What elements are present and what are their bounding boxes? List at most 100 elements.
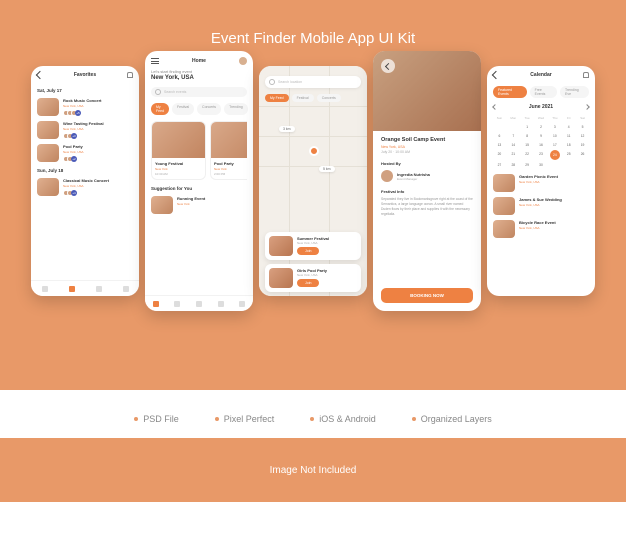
- booking-button[interactable]: BOOKING NOW: [381, 288, 473, 303]
- calendar-dow: Sun: [493, 114, 506, 122]
- screen-favorites: Favorites Sat, July 17 Rock Music Concer…: [31, 66, 139, 296]
- calendar-day[interactable]: 30: [535, 161, 548, 169]
- features-row: PSD File Pixel Perfect iOS & Android Org…: [0, 390, 626, 438]
- event-thumbnail: [493, 220, 515, 238]
- page-title: Home: [192, 58, 206, 64]
- back-icon[interactable]: [492, 71, 500, 79]
- host-row[interactable]: Ingredia Nutrisha Event Manager: [381, 170, 473, 182]
- calendar-day[interactable]: 6: [493, 132, 506, 140]
- chip-trending[interactable]: Trending: [224, 103, 248, 115]
- calendar-day[interactable]: 29: [521, 161, 534, 169]
- calendar-day[interactable]: 24: [550, 150, 560, 160]
- calendar-day[interactable]: 11: [562, 132, 575, 140]
- favorite-item[interactable]: Rock Music Concert New York, USA +5: [37, 98, 133, 116]
- calendar-event-item[interactable]: Garden Picnic Event New York, USA: [493, 174, 589, 192]
- bullet-icon: [134, 417, 138, 421]
- chip-concerts[interactable]: Concerts: [317, 94, 341, 102]
- prev-month-icon[interactable]: [492, 104, 498, 110]
- calendar-dow: Fri: [562, 114, 575, 122]
- calendar-day[interactable]: 3: [548, 123, 561, 131]
- attendee-avatars: +3: [63, 133, 133, 139]
- location-pin-icon[interactable]: [309, 146, 319, 156]
- chip-concerts[interactable]: Concerts: [197, 103, 221, 115]
- chip-free[interactable]: Free Events: [530, 86, 557, 98]
- date-separator: Sun, July 18: [37, 168, 133, 173]
- calendar-day[interactable]: 25: [562, 150, 575, 160]
- calendar-day[interactable]: 27: [493, 161, 506, 169]
- bullet-icon: [215, 417, 219, 421]
- calendar-day[interactable]: 19: [576, 141, 589, 149]
- bullet-icon: [412, 417, 416, 421]
- hosted-by-label: Hosted By: [381, 161, 473, 166]
- calendar-day[interactable]: 22: [521, 150, 534, 160]
- calendar-day[interactable]: 23: [535, 150, 548, 160]
- map-event-card[interactable]: Summer Festival New York, USA Join: [265, 232, 361, 260]
- calendar-dow: Sat: [576, 114, 589, 122]
- chip-festival[interactable]: Festival: [172, 103, 194, 115]
- hamburger-icon[interactable]: [151, 58, 159, 64]
- heart-icon[interactable]: [174, 301, 180, 307]
- calendar-day[interactable]: 5: [576, 123, 589, 131]
- chip-my-feed[interactable]: My Feed: [265, 94, 289, 102]
- calendar-day[interactable]: 18: [562, 141, 575, 149]
- calendar-day[interactable]: 8: [521, 132, 534, 140]
- map-event-card[interactable]: Girls Pool Party New York, USA Join: [265, 264, 361, 292]
- event-card[interactable]: Young Festival New York 10:30 AM: [151, 121, 206, 180]
- home-icon[interactable]: [153, 301, 159, 307]
- calendar-day[interactable]: 2: [535, 123, 548, 131]
- map-icon[interactable]: [218, 301, 224, 307]
- calendar-day[interactable]: 17: [548, 141, 561, 149]
- calendar-event-item[interactable]: Bicycle Race Event New York, USA: [493, 220, 589, 238]
- favorite-item[interactable]: Classical Music Concert New York, USA +4: [37, 178, 133, 196]
- bell-icon[interactable]: [583, 72, 589, 78]
- calendar-day[interactable]: 7: [507, 132, 520, 140]
- search-input[interactable]: Search events: [151, 87, 247, 97]
- back-button[interactable]: [381, 59, 395, 73]
- suggestion-item[interactable]: Running Event New York: [151, 196, 247, 214]
- calendar-day[interactable]: 13: [493, 141, 506, 149]
- calendar-day[interactable]: 26: [576, 150, 589, 160]
- host-name: Ingredia Nutrisha: [397, 172, 430, 177]
- host-avatar: [381, 170, 393, 182]
- next-month-icon[interactable]: [584, 104, 590, 110]
- home-icon[interactable]: [42, 286, 48, 292]
- chip-trending[interactable]: Trending Eve: [560, 86, 589, 98]
- calendar-day[interactable]: 28: [507, 161, 520, 169]
- calendar-day[interactable]: 15: [521, 141, 534, 149]
- map-search-input[interactable]: Search location: [265, 76, 361, 88]
- calendar-day[interactable]: 21: [507, 150, 520, 160]
- profile-icon[interactable]: [239, 301, 245, 307]
- calendar-dow: Mon: [507, 114, 520, 122]
- map-background[interactable]: Search location My Feed Festival Concert…: [259, 66, 367, 296]
- heart-icon[interactable]: [69, 286, 75, 292]
- event-thumbnail: [493, 174, 515, 192]
- chip-festival[interactable]: Festival: [292, 94, 314, 102]
- event-title: Garden Picnic Event: [519, 174, 589, 179]
- bell-icon[interactable]: [127, 72, 133, 78]
- favorite-item[interactable]: Wine Tasting Festival New York, USA +3: [37, 121, 133, 139]
- calendar-day[interactable]: 14: [507, 141, 520, 149]
- chip-my-feed[interactable]: My Feed: [151, 103, 169, 115]
- avatar[interactable]: [239, 57, 247, 65]
- join-button[interactable]: Join: [297, 247, 319, 255]
- calendar-day[interactable]: 20: [493, 150, 506, 160]
- back-icon[interactable]: [36, 71, 44, 79]
- location-heading: New York, USA: [151, 75, 247, 81]
- favorite-item[interactable]: Pool Party New York, USA +2: [37, 144, 133, 162]
- calendar-icon[interactable]: [96, 286, 102, 292]
- event-location: New York: [214, 167, 247, 171]
- calendar-day[interactable]: 1: [521, 123, 534, 131]
- calendar-day[interactable]: 4: [562, 123, 575, 131]
- chip-featured[interactable]: Featured Events: [493, 86, 527, 98]
- calendar-event-item[interactable]: James & Sue Wedding New York, USA: [493, 197, 589, 215]
- showcase-title: Event Finder Mobile App UI Kit: [0, 0, 626, 47]
- profile-icon[interactable]: [123, 286, 129, 292]
- showcase-canvas: Event Finder Mobile App UI Kit Favorites…: [0, 0, 626, 544]
- join-button[interactable]: Join: [297, 279, 319, 287]
- event-card[interactable]: Pool Party New York 2:00 PM: [210, 121, 247, 180]
- calendar-day[interactable]: 10: [548, 132, 561, 140]
- calendar-day[interactable]: 16: [535, 141, 548, 149]
- calendar-icon[interactable]: [196, 301, 202, 307]
- calendar-day[interactable]: 9: [535, 132, 548, 140]
- calendar-day[interactable]: 12: [576, 132, 589, 140]
